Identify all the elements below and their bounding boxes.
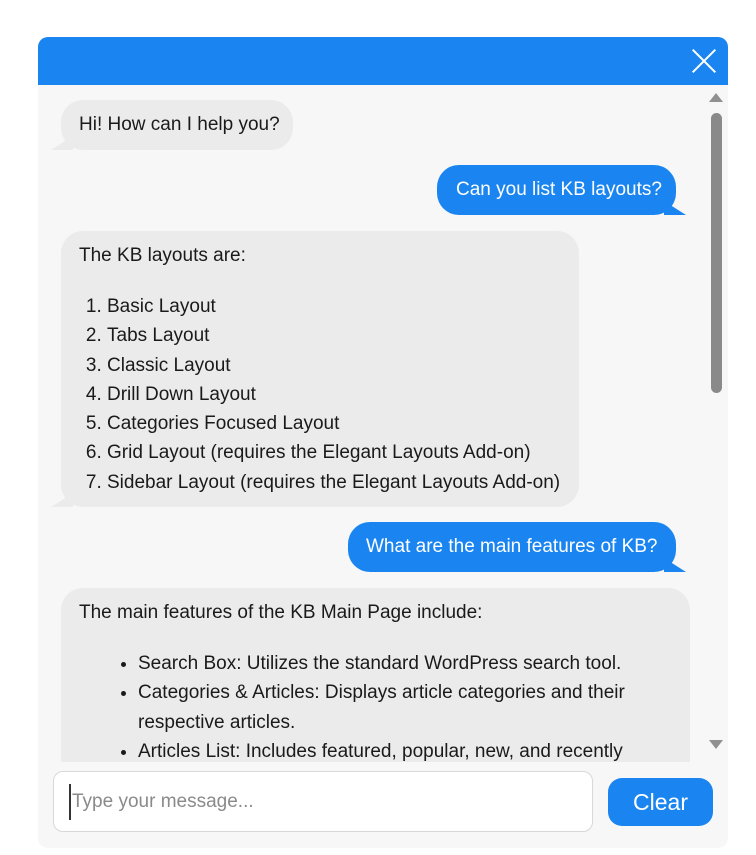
list-item: Sidebar Layout (requires the Elegant Lay… bbox=[107, 468, 561, 497]
message-text: What are the main features of KB? bbox=[366, 536, 658, 557]
list-item: Basic Layout bbox=[107, 292, 561, 321]
message-text: Can you list KB layouts? bbox=[456, 179, 662, 200]
message-input[interactable] bbox=[69, 784, 574, 820]
message-text: The KB layouts are: bbox=[79, 245, 246, 266]
list-item: Classic Layout bbox=[107, 351, 561, 380]
user-message: What are the main features of KB? bbox=[348, 522, 686, 572]
bot-message: The KB layouts are: Basic Layout Tabs La… bbox=[51, 231, 579, 507]
feature-list: Search Box: Utilizes the standard WordPr… bbox=[79, 649, 672, 762]
bot-message: Hi! How can I help you? bbox=[51, 100, 293, 150]
chat-header bbox=[38, 37, 728, 85]
bot-message: The main features of the KB Main Page in… bbox=[61, 588, 690, 762]
message-text: The main features of the KB Main Page in… bbox=[79, 602, 483, 623]
message-input-box bbox=[53, 771, 593, 832]
list-item: Articles List: Includes featured, popula… bbox=[138, 737, 672, 762]
close-icon[interactable] bbox=[690, 47, 718, 75]
list-item: Drill Down Layout bbox=[107, 380, 561, 409]
user-message: Can you list KB layouts? bbox=[437, 165, 686, 215]
list-item: Tabs Layout bbox=[107, 321, 561, 350]
list-item: Search Box: Utilizes the standard WordPr… bbox=[138, 649, 672, 678]
layout-list: Basic Layout Tabs Layout Classic Layout … bbox=[79, 292, 561, 497]
scrollbar[interactable] bbox=[704, 85, 728, 762]
message-list: Hi! How can I help you? Can you list KB … bbox=[38, 85, 728, 762]
list-item: Grid Layout (requires the Elegant Layout… bbox=[107, 438, 561, 467]
scroll-down-icon[interactable] bbox=[709, 740, 723, 749]
scrollbar-thumb[interactable] bbox=[711, 113, 722, 393]
chat-widget: Hi! How can I help you? Can you list KB … bbox=[38, 37, 728, 848]
clear-button[interactable]: Clear bbox=[608, 778, 713, 826]
scroll-up-icon[interactable] bbox=[709, 93, 723, 102]
list-item: Categories & Articles: Displays article … bbox=[138, 678, 672, 737]
message-text: Hi! How can I help you? bbox=[79, 114, 280, 135]
list-item: Categories Focused Layout bbox=[107, 409, 561, 438]
